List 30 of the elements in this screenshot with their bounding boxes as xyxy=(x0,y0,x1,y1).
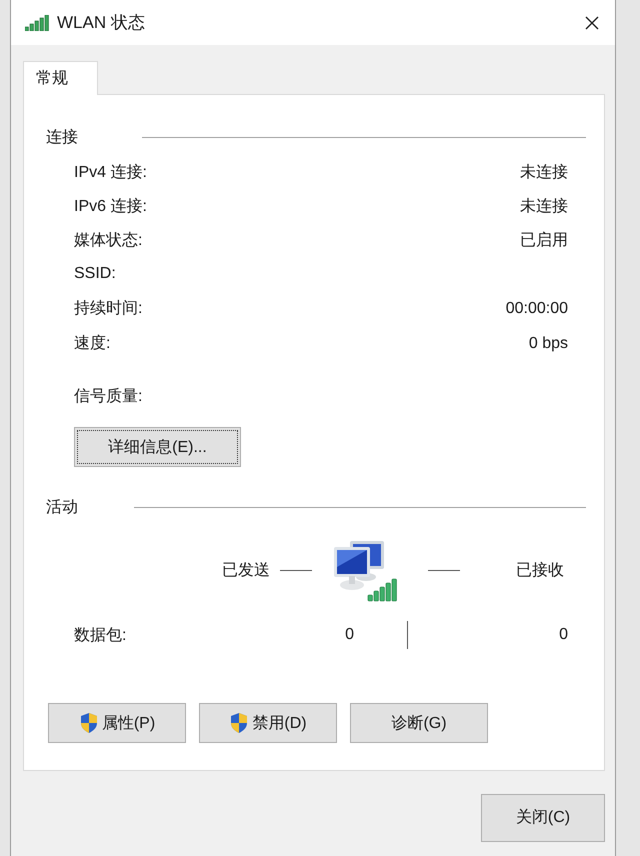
field-value: 0 bps xyxy=(528,334,568,352)
sent-label: 已发送 xyxy=(222,560,270,580)
field-value: 已启用 xyxy=(520,230,568,250)
shield-icon xyxy=(78,712,99,734)
details-button[interactable]: 详细信息(E)... xyxy=(74,427,241,467)
row-label: 数据包: xyxy=(74,626,128,646)
field-label: 信号质量: xyxy=(74,386,142,407)
window-title: WLAN 状态 xyxy=(57,12,146,34)
action-button[interactable]: 禁用(D) xyxy=(199,703,337,743)
field-value: 00:00:00 xyxy=(506,300,568,318)
field-value: 未连接 xyxy=(520,196,568,216)
action-button[interactable]: 属性(P) xyxy=(48,703,186,743)
section-heading: 连接 xyxy=(46,128,78,148)
action-button[interactable]: 诊断(G) xyxy=(350,703,488,743)
received-label: 已接收 xyxy=(516,560,564,580)
field-label: 速度: xyxy=(74,334,110,354)
field-label: 媒体状态: xyxy=(74,230,142,250)
wifi-signal-icon xyxy=(25,14,49,30)
close-dialog-button[interactable]: 关闭(C) xyxy=(481,794,605,842)
sent-count: 0 xyxy=(344,626,354,644)
received-count: 0 xyxy=(558,626,568,644)
field-label: 持续时间: xyxy=(74,298,142,319)
field-value: 未连接 xyxy=(520,162,568,182)
tab[interactable]: 常规 xyxy=(23,61,98,95)
shield-icon xyxy=(229,712,250,734)
field-label: IPv6 连接: xyxy=(74,196,147,216)
field-label: IPv4 连接: xyxy=(74,162,147,182)
field-label: SSID: xyxy=(74,265,116,283)
section-heading: 活动 xyxy=(46,498,78,518)
close-icon xyxy=(584,14,600,30)
